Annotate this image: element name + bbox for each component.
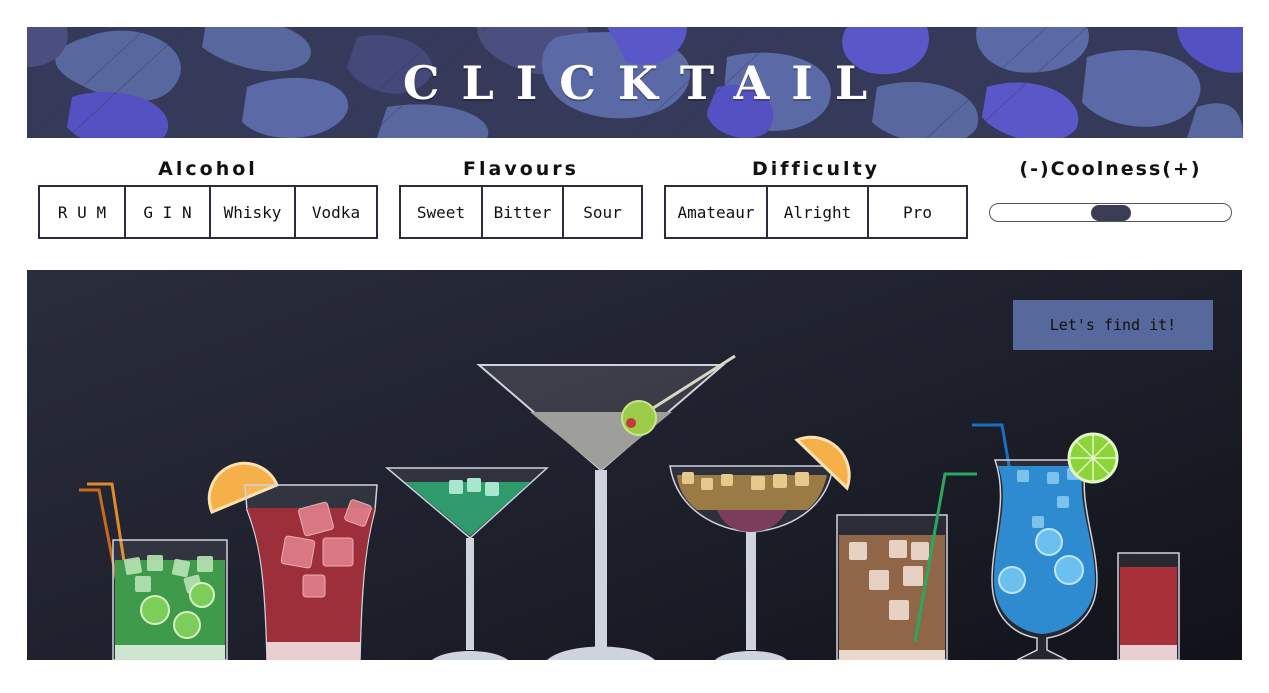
alcohol-option-gin[interactable]: G I N bbox=[126, 187, 211, 237]
difficulty-title: Difficulty bbox=[751, 158, 881, 180]
difficulty-options: Amateaur Alright Pro bbox=[664, 185, 968, 239]
green-martini-glass bbox=[384, 467, 549, 660]
cocktail-scene: Let's find it! bbox=[27, 270, 1242, 660]
app-title: CLICKTAIL bbox=[402, 55, 890, 110]
difficulty-option-amateur[interactable]: Amateaur bbox=[666, 187, 768, 237]
alcohol-option-vodka[interactable]: Vodka bbox=[296, 187, 376, 237]
red-shot-glass bbox=[1117, 552, 1180, 660]
header-banner: CLICKTAIL bbox=[27, 27, 1243, 138]
flavour-option-sour[interactable]: Sour bbox=[564, 187, 641, 237]
difficulty-option-alright[interactable]: Alright bbox=[768, 187, 869, 237]
flavour-option-bitter[interactable]: Bitter bbox=[483, 187, 564, 237]
alcohol-options: R U M G I N Whisky Vodka bbox=[38, 185, 378, 239]
alcohol-title: Alcohol bbox=[158, 158, 258, 180]
coolness-slider[interactable] bbox=[989, 203, 1232, 222]
find-cocktail-button[interactable]: Let's find it! bbox=[1013, 300, 1213, 350]
brown-coupe-glass bbox=[669, 435, 851, 660]
coolness-slider-thumb[interactable] bbox=[1091, 205, 1131, 221]
flavours-options: Sweet Bitter Sour bbox=[399, 185, 643, 239]
flavours-title: Flavours bbox=[463, 158, 579, 180]
lime-slice-icon bbox=[1067, 432, 1119, 484]
olive-icon bbox=[621, 400, 657, 436]
flavour-option-sweet[interactable]: Sweet bbox=[401, 187, 483, 237]
alcohol-option-rum[interactable]: R U M bbox=[40, 187, 126, 237]
difficulty-option-pro[interactable]: Pro bbox=[869, 187, 966, 237]
alcohol-option-whisky[interactable]: Whisky bbox=[211, 187, 296, 237]
blue-hurricane-glass bbox=[972, 423, 1119, 660]
brown-tumbler-glass bbox=[836, 472, 977, 660]
red-cocktail-glass bbox=[244, 484, 378, 660]
coolness-title: (-)Coolness(+) bbox=[1019, 158, 1202, 180]
